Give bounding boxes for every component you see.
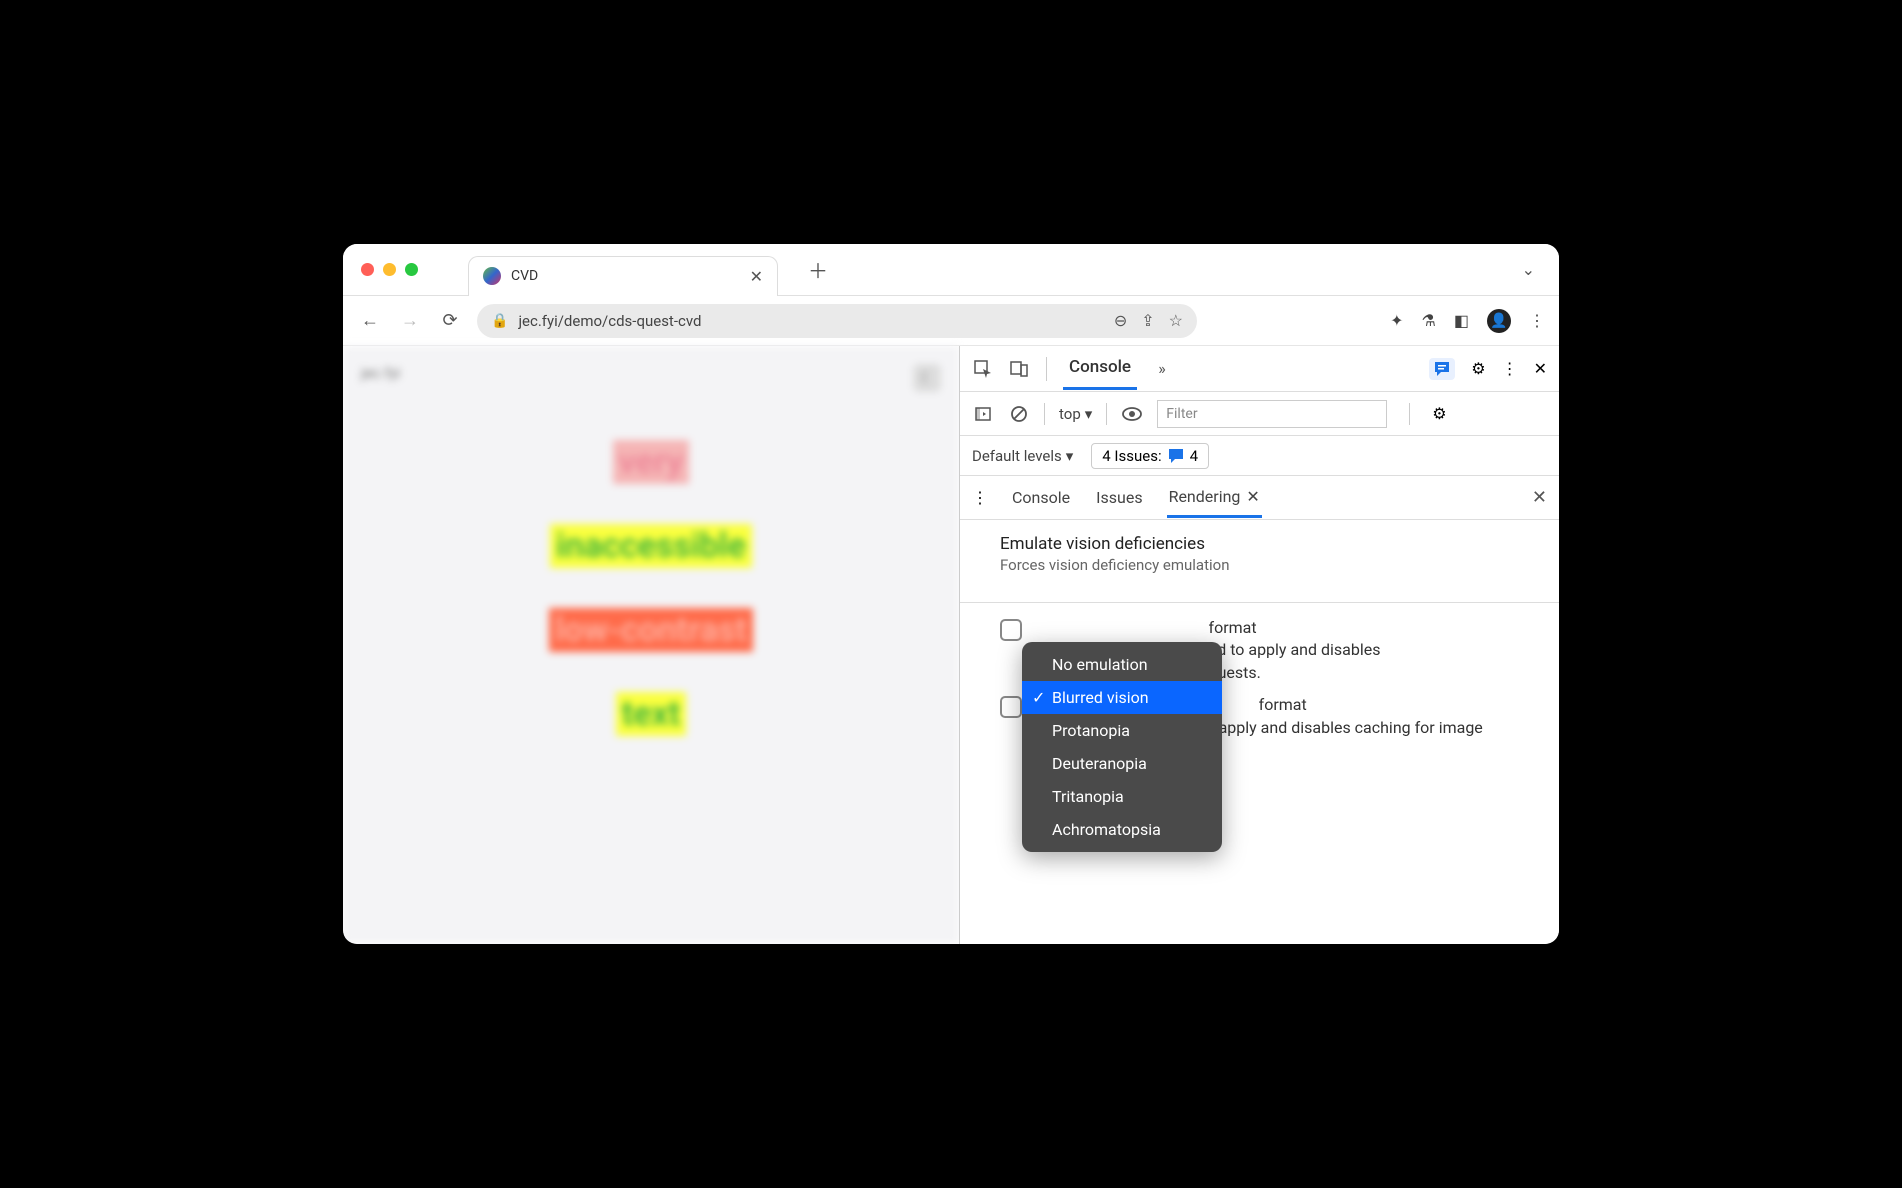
dropdown-arrow-icon: ▾	[1066, 447, 1074, 465]
drawer-close-icon[interactable]: ✕	[1532, 487, 1547, 508]
divider	[1046, 357, 1047, 381]
url-text: jec.fyi/demo/cds-quest-cvd	[518, 312, 1103, 330]
profile-avatar[interactable]: 👤	[1487, 309, 1511, 333]
browser-window: CVD ✕ ＋ ⌄ ← → ⟳ 🔒 jec.fyi/demo/cds-quest…	[343, 244, 1559, 944]
traffic-lights	[361, 263, 418, 276]
dropdown-item-no-emulation[interactable]: No emulation	[1022, 648, 1222, 681]
inspect-element-icon[interactable]	[972, 359, 994, 379]
devtools-panel: Console » ⚙ ⋮ ✕ top	[959, 346, 1559, 944]
drawer-tab-rendering[interactable]: Rendering ✕	[1167, 478, 1262, 518]
context-selector[interactable]: top ▾	[1059, 405, 1092, 423]
filter-input[interactable]: Filter	[1157, 400, 1387, 428]
close-tab-icon[interactable]: ✕	[1246, 487, 1259, 506]
page-word: very	[613, 440, 690, 484]
browser-tab[interactable]: CVD ✕	[468, 256, 778, 296]
labs-icon[interactable]: ⚗	[1422, 311, 1436, 330]
dark-mode-toggle[interactable]: ☾	[913, 364, 941, 392]
dropdown-item-achromatopsia[interactable]: Achromatopsia	[1022, 813, 1222, 846]
divider	[960, 602, 1559, 603]
star-icon[interactable]: ☆	[1169, 311, 1183, 330]
lock-icon: 🔒	[491, 313, 508, 329]
emulate-title: Emulate vision deficiencies	[1000, 534, 1519, 554]
extensions-icon[interactable]: ✦	[1390, 311, 1403, 330]
page-word: inaccessible	[550, 524, 752, 568]
title-bar: CVD ✕ ＋ ⌄	[343, 244, 1559, 296]
page-viewport: jec.fyi ☾ very inaccessible low-contrast…	[343, 346, 959, 944]
drawer-menu-icon[interactable]: ⋮	[972, 488, 988, 507]
console-settings-icon[interactable]: ⚙	[1432, 404, 1446, 423]
share-icon[interactable]: ⇪	[1141, 311, 1154, 330]
vision-deficiency-dropdown[interactable]: No emulation Blurred vision Protanopia D…	[1022, 642, 1222, 852]
settings-icon[interactable]: ⚙	[1471, 359, 1485, 378]
clear-console-icon[interactable]	[1008, 405, 1030, 423]
tab-close-button[interactable]: ✕	[750, 267, 763, 286]
sidepanel-icon[interactable]: ◧	[1454, 311, 1469, 330]
forward-button[interactable]: →	[397, 308, 423, 334]
back-button[interactable]: ←	[357, 308, 383, 334]
live-expression-icon[interactable]	[1121, 407, 1143, 421]
dropdown-item-tritanopia[interactable]: Tritanopia	[1022, 780, 1222, 813]
reload-button[interactable]: ⟳	[437, 308, 463, 334]
device-mode-icon[interactable]	[1008, 359, 1030, 379]
content-area: jec.fyi ☾ very inaccessible low-contrast…	[343, 346, 1559, 944]
page-word: low-contrast	[549, 608, 753, 652]
dropdown-item-deuteranopia[interactable]: Deuteranopia	[1022, 747, 1222, 780]
console-toolbar: top ▾ Filter ⚙	[960, 392, 1559, 436]
omnibox[interactable]: 🔒 jec.fyi/demo/cds-quest-cvd ⊖ ⇪ ☆	[477, 304, 1197, 338]
checkbox[interactable]	[1000, 696, 1022, 718]
page-brand: jec.fyi	[361, 364, 400, 392]
zoom-icon[interactable]: ⊖	[1114, 311, 1127, 330]
more-tabs-icon[interactable]: »	[1151, 359, 1173, 378]
divider	[1409, 403, 1410, 425]
maximize-window-button[interactable]	[405, 263, 418, 276]
drawer-tab-console[interactable]: Console	[1010, 479, 1072, 516]
tab-title: CVD	[511, 268, 740, 284]
new-tab-button[interactable]: ＋	[808, 255, 828, 284]
log-levels-selector[interactable]: Default levels ▾	[972, 447, 1073, 465]
chevron-down-icon: ⌄	[1522, 260, 1535, 279]
minimize-window-button[interactable]	[383, 263, 396, 276]
devtools-close-icon[interactable]: ✕	[1534, 359, 1547, 378]
divider	[1044, 403, 1045, 425]
messages-icon[interactable]	[1429, 358, 1455, 380]
console-levels-bar: Default levels ▾ 4 Issues: 4	[960, 436, 1559, 476]
drawer-tab-bar: ⋮ Console Issues Rendering ✕ ✕	[960, 476, 1559, 520]
address-bar-row: ← → ⟳ 🔒 jec.fyi/demo/cds-quest-cvd ⊖ ⇪ ☆…	[343, 296, 1559, 346]
dropdown-arrow-icon: ▾	[1085, 405, 1093, 423]
divider	[1106, 403, 1107, 425]
checkbox[interactable]	[1000, 619, 1022, 641]
message-icon	[1168, 448, 1184, 464]
devtools-tab-console[interactable]: Console	[1063, 347, 1137, 390]
tabs-overflow[interactable]: ⌄	[1522, 260, 1541, 279]
sidebar-toggle-icon[interactable]	[972, 405, 994, 423]
devtools-top-bar: Console » ⚙ ⋮ ✕	[960, 346, 1559, 392]
emulate-subtitle: Forces vision deficiency emulation	[1000, 556, 1519, 574]
dropdown-item-protanopia[interactable]: Protanopia	[1022, 714, 1222, 747]
issues-button[interactable]: 4 Issues: 4	[1091, 443, 1209, 469]
drawer-tab-issues[interactable]: Issues	[1094, 479, 1144, 516]
dropdown-item-blurred-vision[interactable]: Blurred vision	[1022, 681, 1222, 714]
close-window-button[interactable]	[361, 263, 374, 276]
devtools-menu-icon[interactable]: ⋮	[1502, 359, 1518, 378]
page-word: text	[616, 692, 686, 736]
favicon-icon	[483, 267, 501, 285]
browser-menu-icon[interactable]: ⋮	[1529, 311, 1545, 330]
